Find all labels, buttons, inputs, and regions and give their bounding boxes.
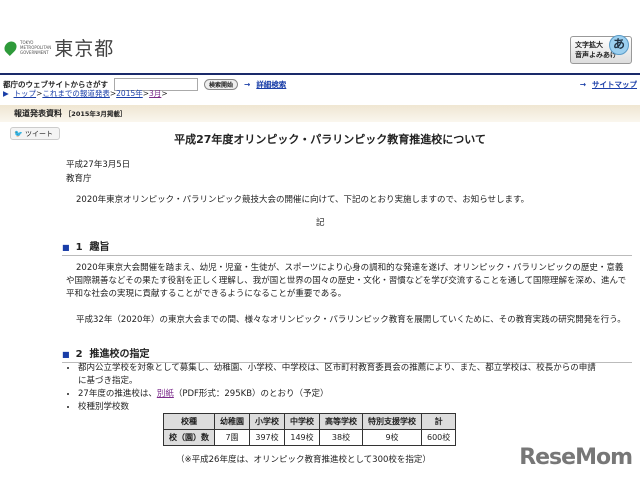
attachment-link[interactable]: 別紙	[157, 389, 174, 399]
intro-text: 2020年東京オリンピック・パラリンピック競技大会の開催に向けて、下記のとおり実…	[76, 195, 530, 205]
breadcrumb-year[interactable]: 2015年	[116, 89, 143, 98]
section-bar-date: ［2015年3月掲載］	[64, 110, 127, 118]
section-2-heading: ■ 2 推進校の指定	[62, 345, 632, 363]
accessibility-icon: あ	[609, 35, 629, 55]
section-bar-title: 報道発表資料	[14, 109, 62, 118]
release-date: 平成27年3月5日	[66, 160, 131, 170]
table-note: （※平成26年度は、オリンピック教育推進校として300校を指定）	[176, 455, 431, 465]
header-divider	[0, 73, 640, 75]
sitemap-link[interactable]: サイトマップ	[592, 79, 637, 90]
breadcrumb: ▶ トップ>これまでの報道発表>2015年>3月>	[3, 89, 168, 98]
organization: 教育庁	[66, 174, 92, 184]
section-1-heading: ■ 1 趣旨	[62, 238, 632, 256]
section-2-list: 都内公立学校を対象として募集し、幼稚園、小学校、中学校は、区市町村教育委員会の推…	[66, 362, 598, 414]
ki-label: 記	[316, 218, 325, 228]
logo-text: 東京都	[54, 38, 115, 60]
section-1-p1: 2020年東京大会開催を踏まえ、幼児・児童・生徒が、スポーツにより心身の調和的な…	[66, 263, 627, 299]
school-count-table: 校種 幼稚園 小学校 中学校 高等学校 特別支援学校計 校（園）数 7園 397校 149校 38…	[163, 413, 457, 446]
table-header-row: 校種 幼稚園 小学校 中学校 高等学校 特別支援学校計	[163, 413, 457, 430]
breadcrumb-top[interactable]: トップ	[14, 89, 37, 98]
breadcrumb-press[interactable]: これまでの報道発表	[42, 89, 110, 98]
accessibility-button[interactable]: 文字拡大 音声よみあげ あ	[570, 35, 632, 64]
bullet-1: 都内公立学校を対象として募集し、幼稚園、小学校、中学校は、区市町村教育委員会の推…	[78, 362, 598, 388]
page-title: 平成27年度オリンピック・パラリンピック教育推進校について	[174, 133, 486, 146]
logo-gov: GOVERNMENT	[20, 50, 49, 55]
section-1-p2: 平成32年（2020年）の東京大会までの間、様々なオリンピック・パラリンピック教…	[76, 315, 626, 325]
ginkgo-leaf-icon	[2, 39, 19, 56]
section-marker-icon: ■	[62, 243, 70, 252]
section-bar: 報道発表資料 ［2015年3月掲載］	[0, 105, 640, 122]
bullet-2: 27年度の推進校は、別紙（PDF形式：295KB）のとおり（予定）	[78, 388, 598, 401]
advanced-search-link[interactable]: 詳細検索	[256, 79, 286, 90]
arrow-icon: ▶	[3, 89, 9, 98]
section-marker-icon: ■	[62, 350, 70, 359]
table-row: 校（園）数 7園 397校 149校 38校 9校 600校	[163, 429, 457, 446]
search-button[interactable]: 検索開始	[204, 79, 239, 90]
breadcrumb-month[interactable]: 3月	[149, 89, 161, 98]
tokyo-logo[interactable]: TOKYO METROPOLITAN GOVERNMENT 東京都	[2, 34, 115, 61]
resemom-watermark: ReseMom	[519, 445, 633, 470]
